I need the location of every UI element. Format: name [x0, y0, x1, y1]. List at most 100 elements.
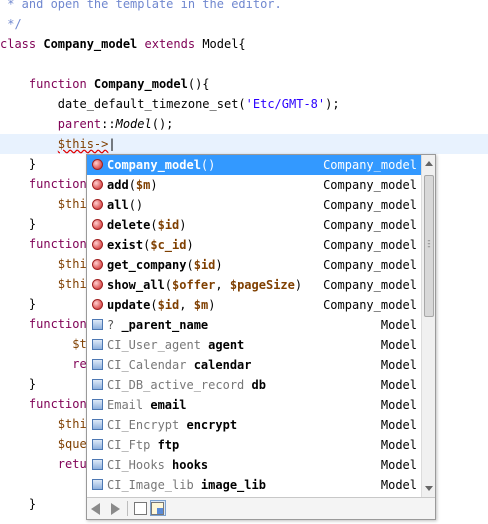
documentation-icon[interactable] [134, 502, 147, 515]
scroll-down-arrow-icon[interactable] [425, 486, 433, 491]
completion-signature: CI_Hooks hooks [107, 455, 208, 475]
signature-part: get_company [107, 258, 187, 272]
signature-part: ftp [157, 438, 180, 452]
completion-type: Model [380, 338, 417, 352]
completion-item[interactable]: CI_Hooks hooks Model [87, 455, 421, 475]
completion-item[interactable]: add($m) Company_model [87, 175, 421, 195]
completion-item[interactable]: update($id, $m) Company_model [87, 295, 421, 315]
signature-part: $id [193, 258, 216, 272]
completion-item[interactable]: CI_Ftp ftp Model [87, 435, 421, 455]
code-token: $t [0, 337, 87, 351]
completion-signature: CI_Ftp ftp [107, 435, 179, 455]
completion-item[interactable]: CI_Image_lib image_lib Model [87, 475, 421, 495]
code-token: $que [0, 437, 87, 451]
signature-part: $m [193, 298, 209, 312]
completion-type: Company_model [323, 258, 417, 272]
code-token: ); [325, 97, 340, 111]
completion-item[interactable]: CI_DB_active_record db Model [87, 375, 421, 395]
field-icon [92, 339, 103, 350]
code-token: function [0, 237, 87, 251]
signature-part: CI_Hooks [107, 458, 173, 472]
completion-type: Company_model [323, 178, 417, 192]
completion-item[interactable]: delete($id) Company_model [87, 215, 421, 235]
code-token: } [0, 297, 37, 311]
signature-part: , [215, 278, 230, 292]
code-token: $thi [0, 417, 87, 431]
code-line[interactable] [0, 54, 488, 74]
completion-signature: ? _parent_name [107, 315, 208, 335]
completion-type: Model [380, 418, 417, 432]
scroll-up-arrow-icon[interactable] [425, 161, 433, 166]
completion-type: Company_model [323, 198, 417, 212]
completion-signature: CI_Image_lib image_lib [107, 475, 266, 495]
method-icon [92, 259, 103, 270]
code-token: } [0, 217, 37, 231]
signature-part: CI_Calendar [107, 358, 194, 372]
completion-type: Model [380, 398, 417, 412]
completion-type: Model [380, 478, 417, 492]
signature-part: ( [150, 218, 158, 232]
completion-item[interactable]: CI_Encrypt encrypt Model [87, 415, 421, 435]
code-token: Model [115, 117, 152, 131]
code-line[interactable]: date_default_timezone_set('Etc/GMT-8'); [0, 94, 488, 114]
completion-type: Model [380, 438, 417, 452]
code-token: function [0, 397, 87, 411]
completion-item[interactable]: Email email Model [87, 395, 421, 415]
toolbar-separator [127, 501, 128, 516]
completion-type: Model [380, 318, 417, 332]
signature-part: () [200, 158, 216, 172]
signature-part: agent [208, 338, 245, 352]
completion-item[interactable]: exist($c_id) Company_model [87, 235, 421, 255]
completion-item[interactable]: CI_Calendar calendar Model [87, 355, 421, 375]
signature-part: ) [150, 178, 158, 192]
field-icon [92, 379, 103, 390]
completion-type: Company_model [323, 298, 417, 312]
method-icon [92, 299, 103, 310]
signature-part: hooks [172, 458, 209, 472]
completion-item[interactable]: get_company($id) Company_model [87, 255, 421, 275]
code-line[interactable]: $this->| [0, 134, 488, 154]
completion-item[interactable]: ? _parent_name Model [87, 315, 421, 335]
signature-part: ) [208, 298, 216, 312]
completion-item[interactable]: all() Company_model [87, 195, 421, 215]
completion-signature: all() [107, 195, 143, 215]
vertical-scrollbar[interactable]: --- [421, 155, 435, 497]
signature-part: CI_Encrypt [107, 418, 187, 432]
code-token: $thi [0, 197, 87, 211]
completion-item[interactable]: show_all($offer, $pageSize) Company_model [87, 275, 421, 295]
code-token: function [0, 77, 94, 91]
completion-list: Company_model() Company_model add($m) Compa… [87, 155, 421, 497]
completion-type: Company_model [323, 218, 417, 232]
completion-signature: add($m) [107, 175, 158, 195]
completion-type: Model [380, 358, 417, 372]
signature-part: CI_Image_lib [107, 478, 201, 492]
code-line[interactable]: */ [0, 14, 488, 34]
signature-part: ) [179, 218, 187, 232]
code-token: (){ [187, 77, 210, 91]
forward-arrow-icon[interactable] [108, 502, 121, 515]
method-icon [92, 199, 103, 210]
completion-item[interactable]: Company_model() Company_model [87, 155, 421, 175]
code-line[interactable]: class Company_model extends Model{ [0, 34, 488, 54]
method-icon [92, 279, 103, 290]
code-line[interactable]: function Company_model(){ [0, 74, 488, 94]
code-token: 'Etc/GMT-8' [245, 97, 326, 111]
signature-part: delete [107, 218, 151, 232]
code-token: :: [101, 117, 116, 131]
field-icon [92, 459, 103, 470]
code-token: } [0, 377, 37, 391]
scrollbar-thumb[interactable]: --- [424, 175, 434, 317]
back-arrow-icon[interactable] [91, 502, 104, 515]
signature-part: $id [157, 298, 180, 312]
code-line[interactable]: * and open the template in the editor. [0, 0, 488, 14]
code-token: function [0, 177, 87, 191]
code-line[interactable]: parent::Model(); [0, 114, 488, 134]
completion-signature: update($id, $m) [107, 295, 215, 315]
signature-part: _parent_name [121, 318, 209, 332]
completion-signature: Company_model() [107, 155, 215, 175]
code-token: (); [151, 117, 174, 131]
code-token: class [0, 37, 44, 51]
source-icon[interactable] [151, 502, 164, 515]
code-token: date_default_timezone_set( [0, 97, 246, 111]
completion-item[interactable]: CI_User_agent agent Model [87, 335, 421, 355]
